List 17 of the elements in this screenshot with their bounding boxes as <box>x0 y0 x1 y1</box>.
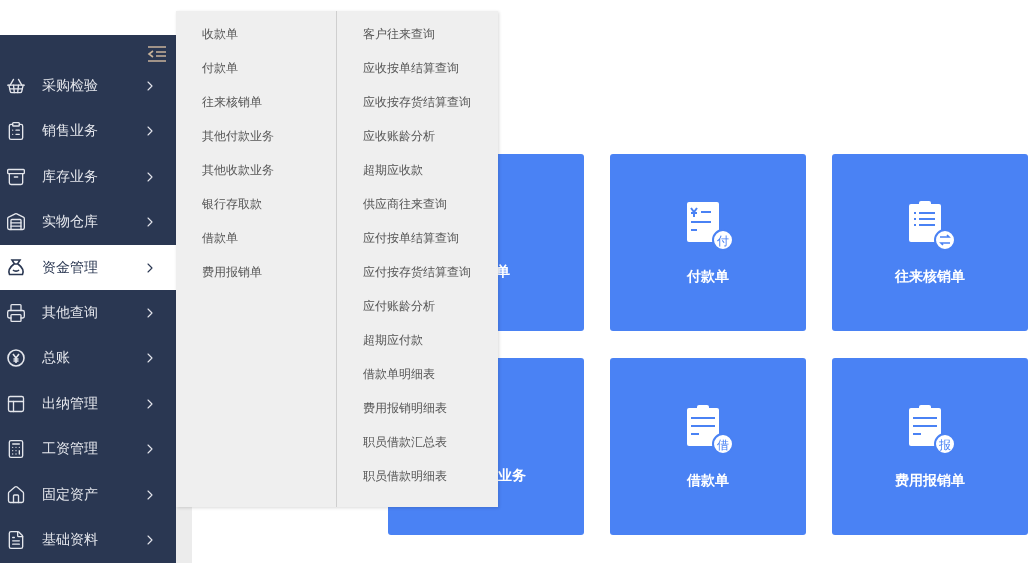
tile-label: 业务 <box>498 466 526 485</box>
sidebar-label: 实物仓库 <box>42 213 99 232</box>
sidebar-label: 库存业务 <box>42 167 99 186</box>
sidebar-label: 基础资料 <box>42 531 99 550</box>
sidebar-label: 总账 <box>42 349 71 368</box>
tile-label: 单 <box>496 262 510 281</box>
sidebar-label: 资金管理 <box>42 258 99 277</box>
sidebar-label: 出纳管理 <box>42 394 99 413</box>
sidebar-label: 工资管理 <box>42 440 99 459</box>
sidebar-label: 采购检验 <box>42 76 99 95</box>
tile-label: 借款单 <box>687 471 729 490</box>
tile-label: 付款单 <box>687 267 729 286</box>
sidebar-label: 其他查询 <box>42 304 99 322</box>
tile-label: 费用报销单 <box>895 471 965 490</box>
sidebar-label: 固定资产 <box>42 485 99 504</box>
sidebar-label: 销售业务 <box>42 122 99 141</box>
tile-label: 往来核销单 <box>895 267 965 286</box>
